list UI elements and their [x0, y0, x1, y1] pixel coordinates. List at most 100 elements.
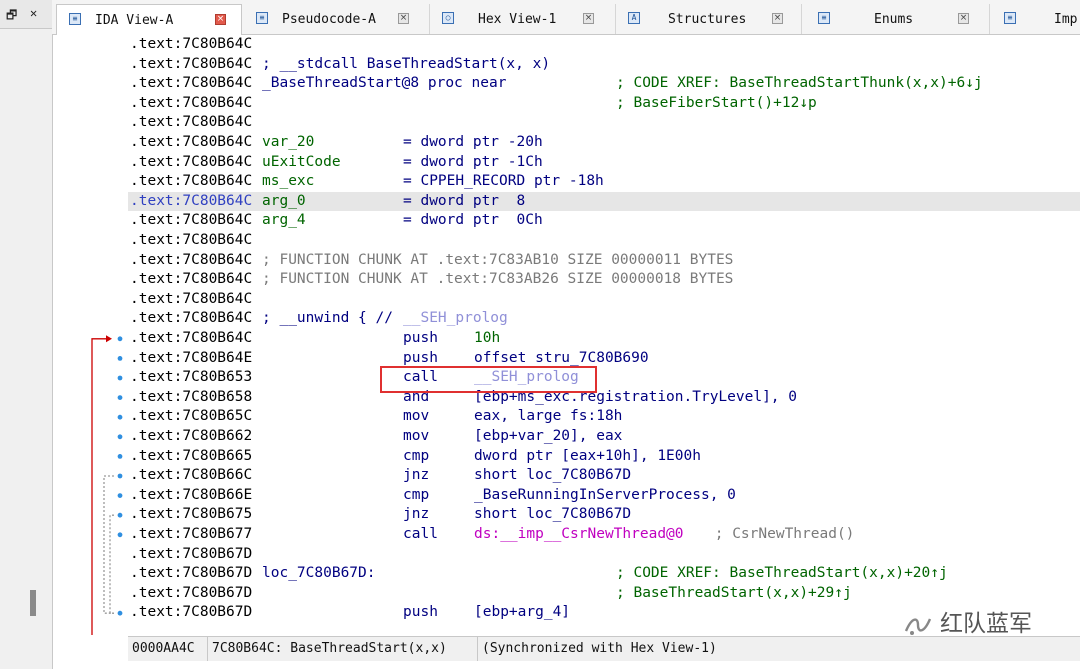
tab-hex-view-1[interactable]: ○ Hex View-1 × — [430, 4, 616, 34]
listing-line[interactable]: .text:7C80B64C var_20 = dword ptr -20h — [128, 133, 1080, 153]
status-location: 7C80B64C: BaseThreadStart(x,x) — [208, 637, 478, 661]
close-icon[interactable]: × — [398, 13, 409, 24]
exception-arrow — [91, 338, 108, 635]
ida-view-icon: ≡ — [69, 13, 81, 25]
pseudocode-icon: ≡ — [256, 12, 268, 24]
listing-line[interactable]: .text:7C80B67D ; BaseThreadStart(x,x)+29↑… — [128, 584, 1080, 604]
line-mnemonic: call — [403, 526, 438, 542]
listing-line[interactable]: .text:7C80B64C uExitCode = dword ptr -1Ch — [128, 153, 1080, 173]
line-label: ms_exc — [262, 173, 315, 190]
tab-structures[interactable]: A Structures × — [616, 4, 802, 34]
listing-line[interactable]: .text:7C80B66C jnz short loc_7C80B67D — [128, 466, 1080, 486]
listing-line[interactable]: .text:7C80B64C — [128, 290, 1080, 310]
listing-line[interactable]: .text:7C80B64C arg_0 = dword ptr 8 — [128, 191, 1080, 212]
tab-ida-view-a[interactable]: ≡ IDA View-A × — [56, 4, 242, 35]
restore-icon[interactable]: 🗗 — [6, 6, 17, 27]
line-address: .text:7C80B64E — [130, 349, 253, 366]
line-label: ; FUNCTION CHUNK AT .text:7C83AB26 SIZE … — [262, 271, 734, 288]
left-panel: 🗗 ✕ — [0, 0, 53, 669]
scrollbar-thumb[interactable] — [30, 590, 36, 616]
flow-dot — [117, 356, 123, 361]
line-address: .text:7C80B64C — [130, 153, 253, 170]
listing-line[interactable]: .text:7C80B64C ; BaseFiberStart()+12↓p — [128, 94, 1080, 114]
tab-bar: ≡ IDA View-A × ≡ Pseudocode-A × ○ Hex Vi… — [52, 0, 1080, 35]
disassembly-view[interactable]: .text:7C80B64C .text:7C80B64C ; __stdcall … — [52, 35, 1080, 635]
tab-label: Pseudocode-A — [282, 12, 376, 27]
listing-line[interactable]: .text:7C80B64C ; __unwind { // __SEH_prol… — [128, 309, 1080, 329]
flow-dot — [117, 434, 123, 440]
line-address: .text:7C80B67D — [130, 545, 253, 562]
close-icon[interactable]: × — [958, 13, 969, 24]
line-address: .text:7C80B66E — [130, 486, 253, 503]
line-xref: ; CODE XREF: BaseThreadStart(x,x)+20↑j — [616, 565, 948, 582]
line-address: .text:7C80B662 — [130, 428, 253, 444]
close-icon[interactable]: × — [772, 13, 783, 24]
listing-line[interactable]: .text:7C80B653 call __SEH_prolog — [128, 368, 1080, 388]
line-address: .text:7C80B64C — [130, 212, 253, 229]
line-address: .text:7C80B64C — [130, 232, 253, 248]
flow-dot — [117, 473, 123, 479]
tab-label: Structures — [668, 12, 747, 27]
listing-line[interactable]: .text:7C80B64C _BaseThreadStart@8 proc ne… — [128, 74, 1080, 94]
listing-line[interactable]: .text:7C80B662 mov [ebp+var_20], eax — [128, 427, 1080, 447]
imports-icon: ≡ — [1004, 12, 1016, 24]
listing-line[interactable]: .text:7C80B65C mov eax, large fs:18h — [128, 407, 1080, 427]
watermark: 红队蓝军 — [896, 604, 1038, 637]
close-icon[interactable]: × — [215, 14, 226, 25]
tab-label: Imp — [1054, 12, 1078, 27]
line-label: uExitCode — [262, 153, 341, 170]
tab-pseudocode-a[interactable]: ≡ Pseudocode-A × — [244, 4, 430, 34]
flow-dot — [117, 610, 123, 616]
listing-line[interactable]: .text:7C80B64C push 10h — [128, 329, 1080, 349]
line-address: .text:7C80B64C — [130, 114, 253, 131]
listing-line[interactable]: .text:7C80B67D loc_7C80B67D: ; CODE XREF: … — [128, 564, 1080, 584]
line-operands: [ebp+arg_4] — [474, 604, 571, 621]
line-address: .text:7C80B658 — [130, 388, 253, 405]
line-address: .text:7C80B64C — [130, 310, 253, 327]
listing-line[interactable]: .text:7C80B658 and [ebp+ms_exc.registratio… — [128, 388, 1080, 408]
line-label-ref[interactable]: __SEH_prolog — [403, 309, 508, 329]
structures-icon: A — [628, 12, 640, 24]
line-xref: ; BaseFiberStart()+12↓p — [616, 94, 817, 111]
line-address: .text:7C80B65C — [130, 408, 253, 425]
close-icon[interactable]: ✕ — [30, 6, 37, 20]
tab-label: Enums — [874, 12, 914, 27]
close-icon[interactable]: × — [583, 13, 594, 24]
panel-controls: 🗗 ✕ — [0, 0, 52, 29]
line-address: .text:7C80B677 — [130, 526, 253, 542]
line-mnemonic: cmp — [403, 486, 430, 503]
listing-line[interactable]: .text:7C80B64C — [128, 35, 1080, 55]
flow-dot — [117, 454, 123, 459]
line-address: .text:7C80B64C — [130, 36, 253, 52]
annotation-box — [380, 366, 597, 393]
listing-line[interactable]: .text:7C80B64C — [128, 113, 1080, 133]
line-label: arg_4 — [262, 212, 306, 229]
listing-line[interactable]: .text:7C80B64E push offset stru_7C80B690 — [128, 349, 1080, 369]
status-offset: 0000AA4C — [128, 637, 208, 661]
line-address: .text:7C80B653 — [130, 369, 253, 386]
line-address: .text:7C80B67D — [130, 584, 253, 601]
line-address: .text:7C80B64C — [130, 330, 253, 346]
listing-line[interactable]: .text:7C80B675 jnz short loc_7C80B67D — [128, 505, 1080, 525]
status-bar: 0000AA4C 7C80B64C: BaseThreadStart(x,x) … — [128, 636, 1080, 661]
line-address: .text:7C80B64C — [130, 192, 253, 209]
watermark-text: 红队蓝军 — [940, 611, 1032, 637]
listing-line[interactable]: .text:7C80B64C — [128, 231, 1080, 251]
line-label: ; __stdcall BaseThreadStart(x, x) — [262, 55, 551, 72]
listing-line[interactable]: .text:7C80B64C ms_exc = CPPEH_RECORD ptr -… — [128, 172, 1080, 192]
line-mnemonic: push — [403, 330, 438, 346]
listing-line[interactable]: .text:7C80B64C ; __stdcall BaseThreadStar… — [128, 55, 1080, 75]
listing-line[interactable]: .text:7C80B66E cmp _BaseRunningInServerPro… — [128, 486, 1080, 506]
listing-line[interactable]: .text:7C80B665 cmp dword ptr [eax+10h], 1E… — [128, 447, 1080, 467]
line-label: ; FUNCTION CHUNK AT .text:7C83AB10 SIZE … — [262, 251, 734, 268]
tab-label: Hex View-1 — [478, 12, 557, 27]
listing-line[interactable]: .text:7C80B67D — [128, 545, 1080, 565]
jump-arrow — [103, 475, 114, 614]
tab-enums[interactable]: ≡ Enums × — [806, 4, 990, 34]
listing-line[interactable]: .text:7C80B64C arg_4 = dword ptr 0Ch — [128, 211, 1080, 231]
listing-line[interactable]: .text:7C80B64C ; FUNCTION CHUNK AT .text:… — [128, 251, 1080, 271]
tab-imports[interactable]: ≡ Imp — [992, 4, 1080, 34]
listing-line[interactable]: .text:7C80B64C ; FUNCTION CHUNK AT .text:… — [128, 270, 1080, 290]
listing-line[interactable]: .text:7C80B677 call ds:__imp__CsrNewThread… — [128, 525, 1080, 545]
line-operands: short loc_7C80B67D — [474, 467, 632, 484]
